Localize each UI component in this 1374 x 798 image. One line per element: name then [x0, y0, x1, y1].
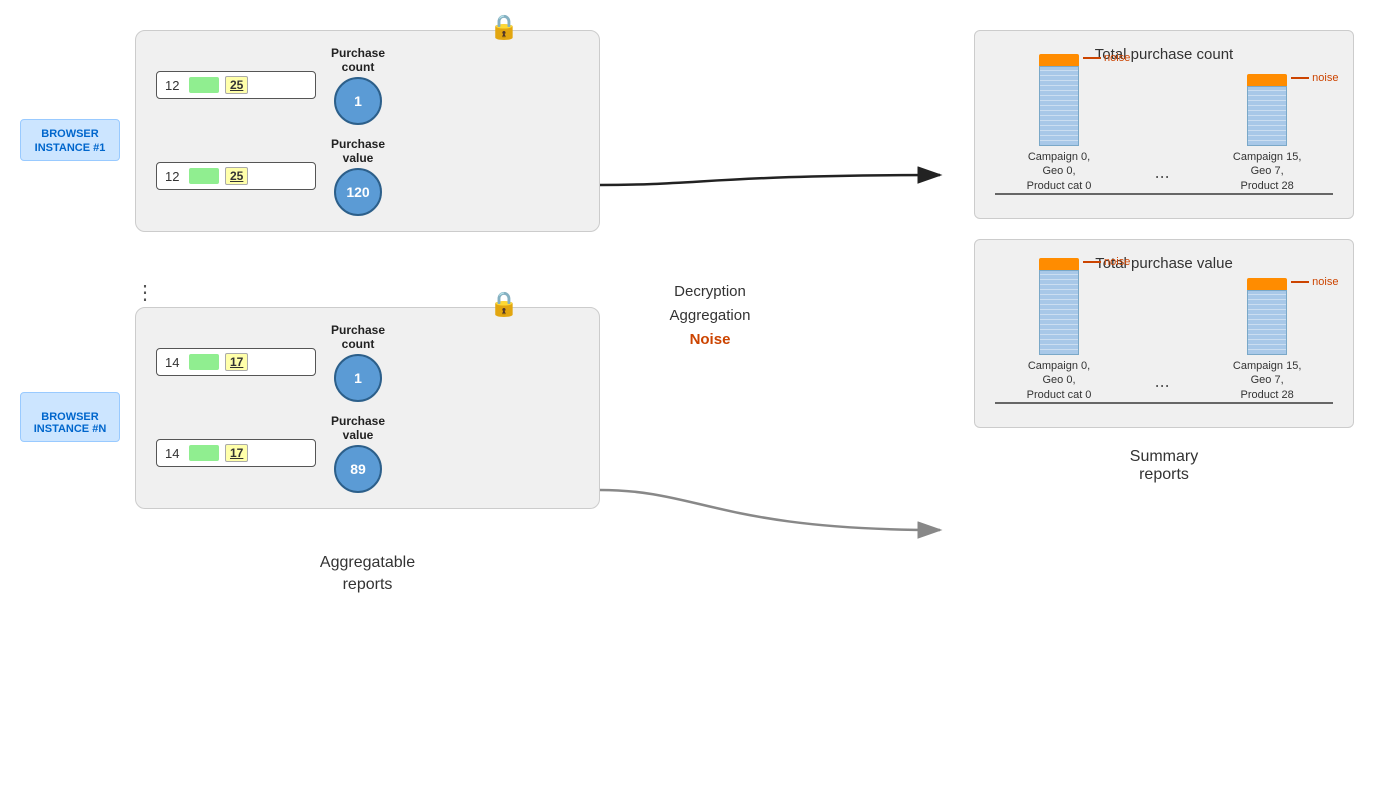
chart1-bar2-stripes [1248, 87, 1286, 145]
aggregatable-reports-label: Aggregatable reports [135, 552, 600, 597]
metric-count-label-1: Purchase count [331, 46, 385, 75]
chart2-bar1-main [1039, 270, 1079, 355]
chart1-bar1-stripes [1040, 67, 1078, 145]
chart2-bar2-label: Campaign 15, Geo 7, Product 28 [1233, 359, 1302, 402]
cell-num-1b1: 12 [165, 169, 183, 184]
dots-separator: ⋮ [135, 280, 600, 305]
cell-num-na1: 14 [165, 355, 183, 370]
metric-circle-count-n: Purchase count 1 [331, 323, 385, 402]
metric-count-label-n: Purchase count [331, 323, 385, 352]
data-row-nb: 14 17 [156, 439, 316, 467]
lock-icon-n: 🔒 [489, 290, 519, 319]
chart2-bar1-label: Campaign 0, Geo 0, Product cat 0 [1027, 359, 1092, 402]
metric-value-label-1: Purchase value [331, 137, 385, 166]
cell-yellow-na: 17 [225, 353, 248, 371]
arrow-count-path [600, 175, 940, 185]
chart2-bar2-wrapper: noise [1247, 278, 1287, 355]
summary-box-value: Total purchase value noise [974, 239, 1354, 428]
browser-label-1: BROWSER INSTANCE #1 [20, 119, 120, 161]
chart1-bar2-main [1247, 86, 1287, 146]
browser-instance-n: BROWSER INSTANCE #N 🔒 14 17 Purchase cou… [20, 307, 600, 527]
cell-num-nb1: 14 [165, 446, 183, 461]
decryption-label: Decryption [620, 280, 800, 304]
cell-yellow-nb: 17 [225, 444, 248, 462]
chart1-area: noise Campaign 0, Geo 0, Product cat 0 .… [995, 75, 1333, 195]
cell-green-1a [189, 77, 219, 93]
browser-label-n: BROWSER INSTANCE #N [20, 392, 120, 442]
main-container: BROWSER INSTANCE #1 🔒 12 25 Purchase cou… [0, 0, 1374, 798]
report-box-n: 🔒 14 17 Purchase count 1 [135, 307, 600, 509]
purchase-count-group-n: 14 17 Purchase count 1 [156, 323, 579, 402]
chart2-area: noise Campaign 0, Geo 0, Product cat 0 .… [995, 284, 1333, 404]
aggregation-label: Aggregation [620, 304, 800, 328]
right-section: Total purchase count noise [974, 30, 1354, 484]
chart2-bar2: noise Campaign 15, Geo 7, Product 28 [1233, 278, 1302, 402]
purchase-value-group-1: 12 25 Purchase value 120 [156, 137, 579, 216]
chart1-noise-tag-1: noise [1083, 52, 1130, 64]
chart1-bar1-label: Campaign 0, Geo 0, Product cat 0 [1027, 150, 1092, 193]
metric-circle-value-n: Purchase value 89 [331, 414, 385, 493]
cell-green-1b [189, 168, 219, 184]
chart2-bar1-stripes [1040, 271, 1078, 354]
chart1-noise-tag-2: noise [1291, 72, 1338, 84]
chart1-bar2: noise Campaign 15, Geo 7, Product 28 [1233, 74, 1302, 193]
purchase-value-group-n: 14 17 Purchase value 89 [156, 414, 579, 493]
data-row-na: 14 17 [156, 348, 316, 376]
summary-box-count: Total purchase count noise [974, 30, 1354, 219]
chart2-bar2-noise [1247, 278, 1287, 290]
chart2-noise-tag-1: noise [1083, 256, 1130, 268]
summary-reports-label: Summary reports [974, 448, 1354, 484]
left-section: BROWSER INSTANCE #1 🔒 12 25 Purchase cou… [20, 30, 600, 597]
circle-val-value-n: 89 [334, 445, 382, 493]
chart2-bar1: noise Campaign 0, Geo 0, Product cat 0 [1027, 258, 1092, 402]
lock-icon-1: 🔒 [489, 13, 519, 42]
browser-instance-1: BROWSER INSTANCE #1 🔒 12 25 Purchase cou… [20, 30, 600, 250]
chart2-bar1-wrapper: noise [1039, 258, 1079, 355]
chart1-bar2-wrapper: noise [1247, 74, 1287, 146]
cell-yellow-1a: 25 [225, 76, 248, 94]
circle-val-count-n: 1 [334, 354, 382, 402]
noise-label: Noise [620, 328, 800, 352]
chart2-noise-tag-2: noise [1291, 276, 1338, 288]
metric-circle-value-1: Purchase value 120 [331, 137, 385, 216]
cell-yellow-1b: 25 [225, 167, 248, 185]
cell-num-1a1: 12 [165, 78, 183, 93]
circle-val-count-1: 1 [334, 77, 382, 125]
noise-line-1 [1083, 57, 1101, 59]
noise-line-3 [1083, 261, 1101, 263]
chart1-bar1-main [1039, 66, 1079, 146]
chart1-noise-text-1: noise [1104, 52, 1130, 64]
chart1-bar1: noise Campaign 0, Geo 0, Product cat 0 [1027, 54, 1092, 193]
chart2-bar2-main [1247, 290, 1287, 355]
report-box-1: 🔒 12 25 Purchase count 1 [135, 30, 600, 232]
purchase-count-group-1: 12 25 Purchase count 1 [156, 46, 579, 125]
noise-line-2 [1291, 77, 1309, 79]
chart2-dots: ... [1155, 371, 1170, 402]
data-row-1b: 12 25 [156, 162, 316, 190]
chart1-noise-text-2: noise [1312, 72, 1338, 84]
circle-val-value-1: 120 [334, 168, 382, 216]
arrow-value-path [600, 490, 940, 530]
cell-green-na [189, 354, 219, 370]
chart2-bar2-stripes [1248, 291, 1286, 354]
chart1-bar1-noise [1039, 54, 1079, 66]
chart1-bar2-noise [1247, 74, 1287, 86]
chart1-dots: ... [1155, 162, 1170, 193]
chart1-bar1-wrapper: noise [1039, 54, 1079, 146]
chart2-noise-text-1: noise [1104, 256, 1130, 268]
data-row-1a: 12 25 [156, 71, 316, 99]
middle-section: Decryption Aggregation Noise [620, 280, 800, 352]
chart1-bar2-label: Campaign 15, Geo 7, Product 28 [1233, 150, 1302, 193]
noise-line-4 [1291, 281, 1309, 283]
cell-green-nb [189, 445, 219, 461]
chart2-bar1-noise [1039, 258, 1079, 270]
metric-value-label-n: Purchase value [331, 414, 385, 443]
metric-circle-count-1: Purchase count 1 [331, 46, 385, 125]
chart2-noise-text-2: noise [1312, 276, 1338, 288]
